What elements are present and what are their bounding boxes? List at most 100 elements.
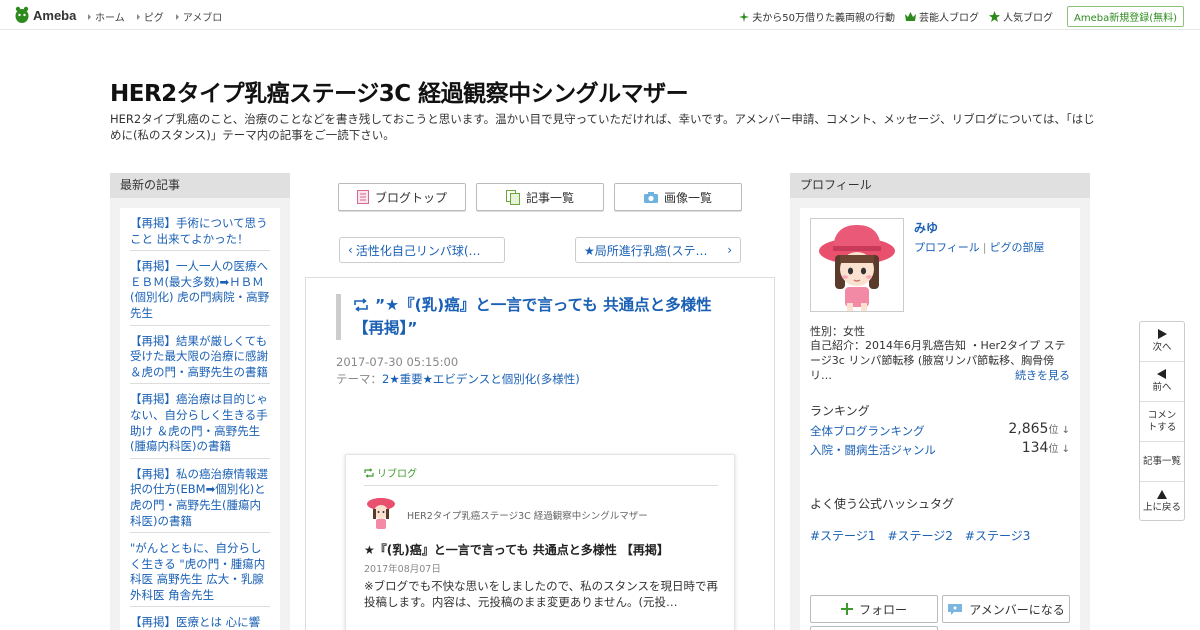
nav-pigg[interactable]: ピグ — [136, 9, 164, 24]
recent-article-item[interactable]: 【再掲】医療とは 心に響 — [130, 607, 270, 630]
ranking-value: 2,865位 ↓ — [1008, 421, 1070, 437]
profile-gender: 性別：女性 — [810, 325, 865, 338]
recent-article-item[interactable]: "がんとともに、自分らしく生きる "虎の門・腫瘍内科医 高野先生 広大・乳腺外科… — [130, 533, 270, 608]
amember-label: アメンバーになる — [969, 602, 1065, 617]
article-list-label: 記事一覧 — [525, 190, 574, 205]
document-icon — [356, 190, 369, 204]
next-label: 次へ — [1152, 342, 1172, 353]
profile-link[interactable]: プロフィール — [914, 241, 980, 254]
chevron-right-icon: › — [727, 243, 732, 257]
sparkle-icon — [739, 11, 750, 22]
ranking-row: 全体ブログランキング 2,865位 ↓ — [810, 421, 1070, 439]
nav-ameblo[interactable]: アメブロ — [175, 9, 223, 24]
star-icon — [988, 11, 1000, 22]
more-button[interactable] — [810, 626, 938, 630]
next-button[interactable]: 次へ — [1140, 322, 1184, 362]
article-date: 2017-07-30 05:15:00 — [336, 355, 459, 369]
reblog-title[interactable]: ★『(乳)癌』と一言で言っても 共通点と多様性 【再掲】 — [364, 541, 669, 558]
reblog-card[interactable]: リブログ HER2タイプ乳癌ステージ3C 経過観察中シングルマザー ★『(乳)癌… — [345, 454, 735, 630]
hashtag-header: よく使う公式ハッシュタグ — [810, 497, 955, 511]
hashtag-list: #ステージ1 #ステージ2 #ステージ3 — [810, 527, 1042, 544]
back-icon — [1157, 369, 1166, 379]
profile-avatar[interactable] — [810, 218, 904, 312]
ameba-logo[interactable]: Ameba — [14, 6, 76, 24]
prev-article-label: 活性化自己リンパ球(… — [355, 243, 481, 258]
recent-article-item[interactable]: 【再掲】結果が厳しくても受けた最大限の治療に感謝 ＆虎の門・高野先生の書籍 — [130, 326, 270, 385]
triangle-icon — [88, 13, 91, 20]
prev-article-link[interactable]: ‹ 活性化自己リンパ球(… — [339, 237, 505, 263]
reblog-excerpt: ※ブログでも不快な思いをしましたので、私のスタンスを現日時で再投稿します。内容は… — [364, 579, 718, 609]
prev-label: 前へ — [1152, 382, 1172, 393]
top-bar: Ameba ホーム ピグ アメブロ 夫から50万借りた義両親の行動 芸能人ブログ… — [0, 0, 1200, 30]
celebrity-blog-link[interactable]: 芸能人ブログ — [904, 9, 979, 24]
theme-link[interactable]: 2★重要★エビデンスと個別化(多様性) — [382, 372, 580, 386]
reblog-divider — [364, 485, 718, 486]
back-to-top-button[interactable]: 上に戻る — [1140, 482, 1184, 522]
crown-icon — [904, 12, 916, 21]
image-list-button[interactable]: 画像一覧 — [614, 183, 742, 211]
link-separator: | — [982, 241, 987, 254]
recent-articles-list: 【再掲】手術について思うこと 出来てよかった！ 【再掲】一人一人の医療へ ＥＢＭ… — [120, 208, 280, 630]
right-sidebar: プロフィール みゆ プロフィール | ピグの部屋 性別：女性 自己紹介：2014… — [790, 173, 1090, 630]
avatar-image — [819, 225, 895, 311]
popular-blog-label: 人気ブログ — [1002, 13, 1053, 24]
follow-button[interactable]: フォロー — [810, 595, 938, 623]
nav-home[interactable]: ホーム — [88, 9, 125, 24]
comment-button[interactable]: コメントする — [1140, 402, 1184, 442]
profile-name[interactable]: みゆ — [914, 219, 938, 236]
logo-text: Ameba — [33, 7, 77, 23]
amember-button[interactable]: アメンバーになる — [942, 595, 1070, 623]
trending-link[interactable]: 夫から50万借りた義両親の行動 — [739, 9, 895, 24]
register-button[interactable]: Ameba新規登録(無料) — [1066, 6, 1184, 27]
chat-bubble-icon — [948, 603, 963, 615]
ranking-unit: 位 ↓ — [1048, 425, 1070, 436]
recent-articles-header: 最新の記事 — [110, 173, 290, 198]
article-theme: テーマ：2★重要★エビデンスと個別化(多様性) — [336, 371, 580, 387]
ranking-value: 134位 ↓ — [1022, 440, 1070, 456]
blog-title[interactable]: HER2タイプ乳癌ステージ3C 経過観察中シングルマザー — [110, 74, 689, 108]
profile-links: プロフィール | ピグの部屋 — [914, 239, 1045, 255]
comment-label: コメントする — [1147, 409, 1177, 433]
profile-more-link[interactable]: 続きを見る — [1015, 367, 1070, 383]
ranking-row: 入院・闘病生活ジャンル 134位 ↓ — [810, 440, 1070, 458]
article: ”★『(乳)癌』と一言で言っても 共通点と多様性 【再掲】” 2017-07-3… — [305, 277, 775, 630]
blog-description: HER2タイプ乳癌のこと、治療のことなどを書き残しておこうと思います。温かい目で… — [110, 112, 1095, 142]
blog-nav-buttons: ブログトップ 記事一覧 画像一覧 — [338, 183, 752, 211]
reblog-small-icon — [364, 467, 374, 478]
triangle-icon — [175, 13, 179, 20]
article-list-button[interactable]: 記事一覧 — [476, 183, 604, 211]
recent-article-item[interactable]: 【再掲】私の癌治療情報選択の仕方(EBM➡個別化)と虎の門・高野先生(腫瘍内科医… — [130, 459, 270, 534]
prev-button[interactable]: 前へ — [1140, 362, 1184, 402]
pigg-room-link[interactable]: ピグの部屋 — [990, 241, 1045, 254]
reblog-avatar — [367, 498, 395, 529]
play-icon — [1158, 329, 1167, 339]
popular-blog-link[interactable]: 人気ブログ — [988, 9, 1053, 24]
article-list-float-button[interactable]: 記事一覧 — [1140, 442, 1184, 482]
next-article-link[interactable]: ★局所進行乳癌(ステ… › — [575, 237, 741, 263]
ranking-label[interactable]: 全体ブログランキング — [810, 424, 925, 438]
hashtag-link[interactable]: #ステージ2 — [887, 527, 952, 544]
image-list-label: 画像一覧 — [663, 190, 712, 205]
recent-article-item[interactable]: 【再掲】癌治療は目的じゃない、自分らしく生きる手助け ＆虎の門・高野先生(腫瘍内… — [130, 384, 270, 459]
hashtag-link[interactable]: #ステージ3 — [965, 527, 1030, 544]
reblog-label: リブログ — [364, 465, 417, 480]
recent-article-item[interactable]: 【再掲】一人一人の医療へ ＥＢＭ(最大多数)➡ＨＢＭ(個別化) 虎の門病院・高野… — [130, 251, 270, 326]
ranking-number: 134 — [1021, 440, 1049, 456]
top-right-links: 夫から50万借りた義両親の行動 芸能人ブログ 人気ブログ Ameba新規登録(無… — [729, 6, 1184, 27]
copy-icon — [505, 189, 520, 205]
profile-header: プロフィール — [790, 173, 1090, 198]
triangle-icon — [136, 13, 140, 20]
recent-article-item[interactable]: 【再掲】手術について思うこと 出来てよかった！ — [130, 208, 270, 252]
theme-prefix: テーマ： — [336, 372, 382, 386]
ranking-header: ランキング — [810, 404, 870, 418]
profile-box: みゆ プロフィール | ピグの部屋 性別：女性 自己紹介：2014年6月乳癌告知 ・… — [800, 208, 1080, 630]
nav-ameblo-label: アメブロ — [182, 13, 223, 24]
reblog-date: 2017年08月07日 — [364, 564, 441, 575]
article-title[interactable]: ”★『(乳)癌』と一言で言っても 共通点と多様性 【再掲】” — [353, 294, 746, 340]
hashtag-link[interactable]: #ステージ1 — [810, 527, 875, 544]
reblog-blog-name[interactable]: HER2タイプ乳癌ステージ3C 経過観察中シングルマザー — [407, 508, 648, 522]
ranking-label[interactable]: 入院・闘病生活ジャンル — [810, 443, 936, 457]
article-title-text: ”★『(乳)癌』と一言で言っても 共通点と多様性 【再掲】” — [353, 296, 712, 337]
blog-top-button[interactable]: ブログトップ — [338, 183, 466, 211]
plus-icon — [840, 603, 853, 615]
